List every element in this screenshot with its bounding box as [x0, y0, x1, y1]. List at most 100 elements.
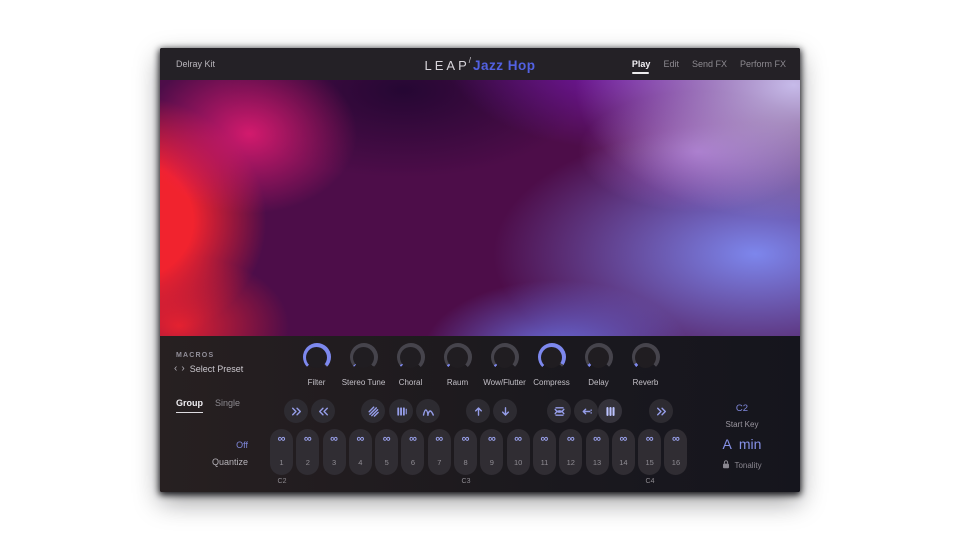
- arrow-up-icon: [474, 406, 482, 416]
- pad-number: 16: [671, 458, 681, 467]
- tonality-root: A: [722, 436, 732, 452]
- nudge-left-icon: [582, 408, 592, 414]
- curves-icon: [422, 408, 434, 416]
- stretch-button[interactable]: [547, 399, 571, 423]
- layers-icon: [367, 405, 379, 417]
- infinity-icon: ∞: [619, 433, 628, 445]
- pattern-bars-button[interactable]: [389, 399, 413, 423]
- grid-bars-icon: [605, 406, 615, 416]
- lock-icon: [722, 460, 730, 471]
- infinity-icon: ∞: [382, 433, 391, 445]
- pad-13[interactable]: ∞ 13: [585, 429, 609, 475]
- pad-3[interactable]: ∞ 3: [322, 429, 346, 475]
- octave-label-c3: C3: [461, 478, 471, 485]
- knob-cell-choral: Choral: [387, 343, 434, 387]
- pad-15[interactable]: ∞ 15: [638, 429, 662, 475]
- preset-artwork: [160, 80, 800, 336]
- macro-knobs: Filter Stereo Tune Choral Raum Wow/Flutter Co…: [293, 343, 669, 387]
- pad-6[interactable]: ∞ 6: [401, 429, 425, 475]
- infinity-icon: ∞: [514, 433, 523, 445]
- pad-12[interactable]: ∞ 12: [559, 429, 583, 475]
- pad-10[interactable]: ∞ 10: [506, 429, 530, 475]
- infinity-icon: ∞: [303, 433, 312, 445]
- knob-cell-filter: Filter: [293, 343, 340, 387]
- start-key-label: Start Key: [725, 420, 759, 429]
- transpose-up-button[interactable]: [466, 399, 490, 423]
- knob-raum[interactable]: [443, 343, 472, 371]
- pad-number: 6: [410, 458, 416, 467]
- infinity-icon: ∞: [277, 433, 286, 445]
- knob-cell-stereo-tune: Stereo Tune: [340, 343, 387, 387]
- advance-button[interactable]: [649, 399, 673, 423]
- tab-perform-fx[interactable]: Perform FX: [740, 59, 786, 69]
- infinity-icon: ∞: [593, 433, 601, 445]
- infinity-icon: ∞: [672, 433, 680, 445]
- pad-number: 12: [566, 458, 575, 467]
- transpose-down-button[interactable]: [493, 399, 517, 423]
- stretch-icon: [553, 406, 565, 416]
- pad-7[interactable]: ∞ 7: [427, 429, 451, 475]
- pad-9[interactable]: ∞ 9: [480, 429, 504, 475]
- bars-icon: [396, 406, 407, 416]
- tab-play[interactable]: Play: [631, 59, 650, 74]
- macros-section-label: MACROS: [176, 352, 215, 359]
- pad-14[interactable]: ∞ 14: [611, 429, 635, 475]
- knob-cell-reverb: Reverb: [622, 343, 669, 387]
- pad-number: 11: [540, 458, 549, 467]
- knob-delay[interactable]: [584, 343, 613, 371]
- nudge-left-button[interactable]: [574, 399, 598, 423]
- chevrons-left-icon: [318, 407, 328, 415]
- preset-name[interactable]: Select Preset: [190, 364, 244, 374]
- knob-label: Raum: [446, 378, 469, 387]
- knob-label: Choral: [398, 378, 423, 387]
- knob-choral[interactable]: [396, 343, 425, 371]
- leap-plugin-window: Delray Kit LEAP/Jazz Hop Play Edit Send …: [160, 48, 800, 492]
- pad-row: ∞ 1 ∞ 2 ∞ 3 ∞ 4 ∞ 5 ∞ 6 ∞ 7 ∞ 8 ∞ 9 ∞ 10 ∞ 11 ∞ 12 ∞ 13 ∞ 14 ∞ 15 ∞ 16: [270, 429, 688, 475]
- infinity-icon: ∞: [540, 433, 549, 445]
- octave-label-c2: C2: [277, 478, 287, 485]
- tonality-label: Tonality: [734, 461, 762, 470]
- pad-8[interactable]: ∞ 8: [454, 429, 478, 475]
- tab-send-fx[interactable]: Send FX: [692, 59, 727, 69]
- knob-cell-wow-flutter: Wow/Flutter: [481, 343, 528, 387]
- pad-1[interactable]: ∞ 1: [270, 429, 293, 475]
- quantize-label: Quantize: [211, 457, 248, 467]
- logo-brand: LEAP: [424, 58, 470, 73]
- infinity-icon: ∞: [330, 433, 339, 445]
- tonality-scale: min: [738, 436, 762, 452]
- chevrons-right-icon: [291, 407, 301, 415]
- knob-label: Wow/Flutter: [483, 378, 526, 387]
- knob-reverb[interactable]: [631, 343, 660, 371]
- tab-group[interactable]: Group: [176, 398, 203, 413]
- knob-label: Delay: [588, 378, 609, 387]
- tab-single[interactable]: Single: [215, 398, 240, 408]
- preset-chevrons: ‹ ›: [174, 363, 185, 374]
- pad-number: 15: [645, 458, 654, 467]
- layers-button[interactable]: [361, 399, 385, 423]
- view-tabs: Play Edit Send FX Perform FX: [631, 59, 786, 74]
- tab-edit[interactable]: Edit: [663, 59, 679, 69]
- pad-11[interactable]: ∞ 11: [532, 429, 556, 475]
- envelope-curves-button[interactable]: [416, 399, 440, 423]
- knob-stereo-tune[interactable]: [349, 343, 378, 371]
- infinity-icon: ∞: [409, 433, 417, 445]
- knob-compress[interactable]: [537, 343, 566, 371]
- group-tabs: Group Single: [176, 398, 240, 413]
- infinity-icon: ∞: [461, 433, 470, 445]
- pad-4[interactable]: ∞ 4: [348, 429, 372, 475]
- tonality-value[interactable]: Amin: [682, 436, 802, 452]
- start-key-value[interactable]: C2: [682, 403, 802, 414]
- pad-number: 5: [384, 458, 389, 467]
- shift-right-button[interactable]: [284, 399, 308, 423]
- pad-2[interactable]: ∞ 2: [296, 429, 320, 475]
- knob-cell-raum: Raum: [434, 343, 481, 387]
- knob-wow-flutter[interactable]: [490, 343, 519, 371]
- preset-next-button[interactable]: ›: [181, 363, 184, 374]
- pad-number: 9: [489, 458, 494, 467]
- quantize-value[interactable]: Off: [178, 440, 248, 450]
- knob-filter[interactable]: [302, 343, 331, 371]
- preset-prev-button[interactable]: ‹: [174, 363, 177, 374]
- shift-left-button[interactable]: [311, 399, 335, 423]
- pad-5[interactable]: ∞ 5: [375, 429, 399, 475]
- grid-bars-button[interactable]: [598, 399, 622, 423]
